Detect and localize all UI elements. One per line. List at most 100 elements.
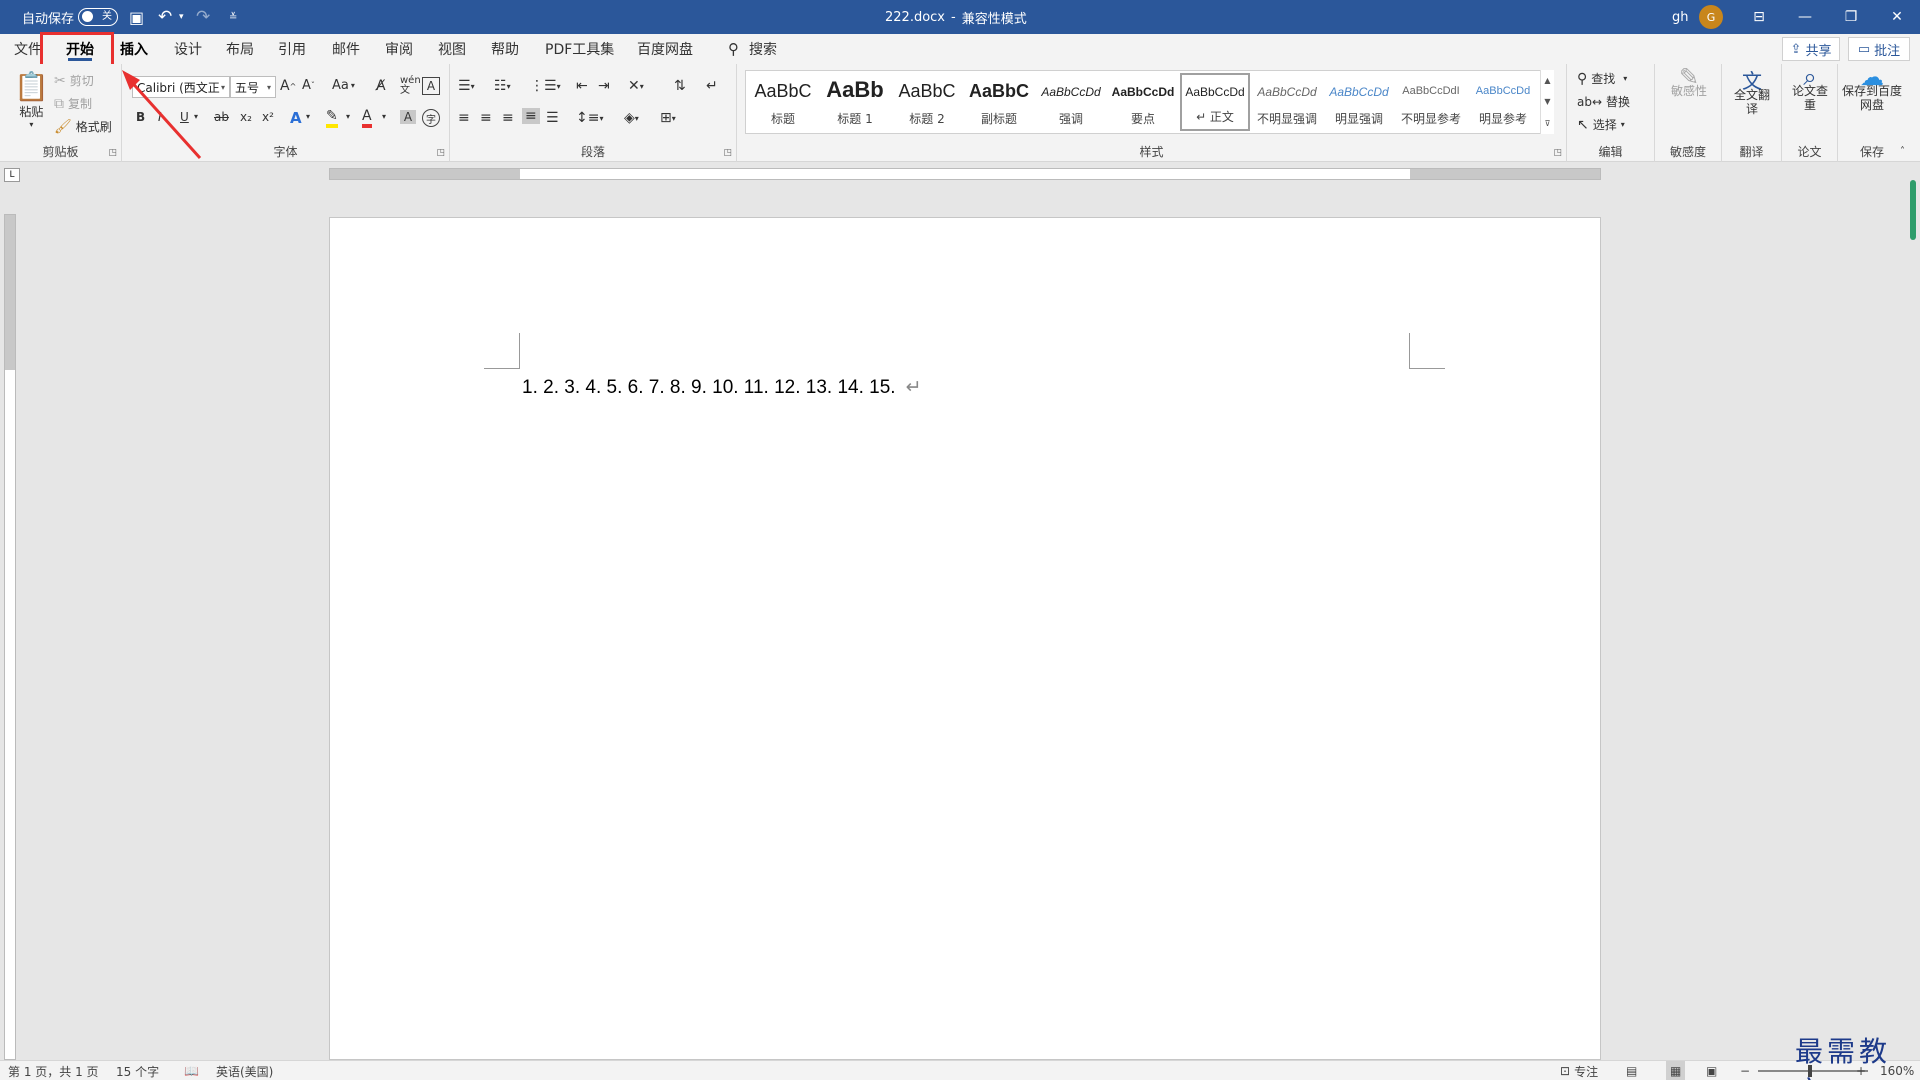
minimize-icon[interactable]: — xyxy=(1782,0,1828,34)
tab-insert[interactable]: 插入 xyxy=(120,34,148,64)
redo-icon[interactable]: ↷ xyxy=(196,0,210,34)
document-page[interactable]: 1. 2. 3. 4. 5. 6. 7. 8. 9. 10. 11. 12. 1… xyxy=(329,217,1601,1060)
style-subtitle[interactable]: AaBbC 副标题 xyxy=(964,73,1034,131)
tab-baidu-netdisk[interactable]: 百度网盘 xyxy=(637,34,693,64)
tab-help[interactable]: 帮助 xyxy=(491,34,519,64)
sensitivity-button[interactable]: ✎ 敏感性 xyxy=(1671,65,1707,98)
gallery-more-icon[interactable]: ⊽ xyxy=(1545,119,1551,128)
subscript-button[interactable]: x₂ xyxy=(240,110,252,124)
ribbon-display-icon[interactable]: ⊟ xyxy=(1736,0,1782,34)
paper-check-button[interactable]: ⌕ 论文查重 xyxy=(1792,65,1828,112)
tab-review[interactable]: 审阅 xyxy=(385,34,413,64)
full-translate-button[interactable]: 文 全文翻译 xyxy=(1734,71,1770,116)
page-count[interactable]: 第 1 页，共 1 页 xyxy=(8,1061,99,1080)
comments-button[interactable]: ▭ 批注 xyxy=(1848,37,1910,61)
style-normal[interactable]: AaBbCcDd ↵ 正文 xyxy=(1180,73,1250,131)
superscript-button[interactable]: x² xyxy=(262,110,274,124)
document-text[interactable]: 1. 2. 3. 4. 5. 6. 7. 8. 9. 10. 11. 12. 1… xyxy=(522,377,896,398)
horizontal-ruler[interactable] xyxy=(329,168,1601,180)
asian-layout-icon[interactable]: ✕ ▾ xyxy=(628,78,644,94)
zoom-out-button[interactable]: − xyxy=(1740,1061,1750,1080)
style-emphasis[interactable]: AaBbCcDd 强调 xyxy=(1036,73,1106,131)
tab-layout[interactable]: 布局 xyxy=(226,34,254,64)
find-button[interactable]: ⚲ 查找 ▾ xyxy=(1577,70,1627,87)
gallery-down-icon[interactable]: ▼ xyxy=(1544,97,1550,106)
document-body[interactable]: 1. 2. 3. 4. 5. 6. 7. 8. 9. 10. 11. 12. 1… xyxy=(522,376,922,399)
sort-icon[interactable]: ⇅ xyxy=(674,78,686,94)
justify-icon[interactable]: ≡ xyxy=(522,108,540,124)
distributed-icon[interactable]: ☰ xyxy=(546,110,559,126)
underline-button[interactable]: U xyxy=(180,110,189,124)
tab-view[interactable]: 视图 xyxy=(438,34,466,64)
highlight-color-icon[interactable]: ✎ xyxy=(326,108,338,128)
read-mode-icon[interactable]: ▤ xyxy=(1626,1061,1637,1080)
close-icon[interactable]: ✕ xyxy=(1874,0,1920,34)
tab-references[interactable]: 引用 xyxy=(278,34,306,64)
word-count[interactable]: 15 个字 xyxy=(116,1061,159,1080)
paste-button[interactable]: 📋 粘贴 ▾ xyxy=(14,70,49,129)
font-size-combo[interactable]: 五号 ▾ xyxy=(230,76,276,98)
align-right-icon[interactable]: ≡ xyxy=(502,110,514,126)
web-layout-icon[interactable]: ▣ xyxy=(1706,1061,1717,1080)
font-launcher-icon[interactable]: ◳ xyxy=(436,148,445,158)
undo-icon[interactable]: ↶ xyxy=(158,0,172,34)
avatar[interactable]: G xyxy=(1699,0,1723,34)
select-button[interactable]: ↖ 选择 ▾ xyxy=(1577,116,1625,133)
collapse-ribbon-icon[interactable]: ˄ xyxy=(1900,146,1905,157)
clear-format-icon[interactable]: A̸ xyxy=(376,78,386,94)
focus-mode-button[interactable]: ⊡ 专注 xyxy=(1560,1061,1598,1080)
replace-button[interactable]: ab↔ 替换 xyxy=(1577,93,1630,110)
font-color-button[interactable]: A xyxy=(362,108,372,128)
align-left-icon[interactable]: ≡ xyxy=(458,110,470,126)
tab-pdf-tools[interactable]: PDF工具集 xyxy=(545,34,614,64)
save-to-netdisk-button[interactable]: ☁ 保存到百度网盘 xyxy=(1842,65,1902,112)
borders-icon[interactable]: ⊞ ▾ xyxy=(660,110,676,126)
phonetic-guide-icon[interactable]: wén 文 xyxy=(400,76,421,96)
grow-font-icon[interactable]: A ^ xyxy=(280,78,296,94)
increase-indent-icon[interactable]: ⇥ xyxy=(598,78,610,94)
print-layout-icon[interactable]: ▦ xyxy=(1666,1061,1686,1080)
cut-button[interactable]: ✂ 剪切 xyxy=(54,72,94,89)
share-button[interactable]: ⇪ 共享 xyxy=(1782,37,1840,61)
decrease-indent-icon[interactable]: ⇤ xyxy=(576,78,588,94)
enclose-char-button[interactable]: 字 xyxy=(422,109,440,127)
tab-file[interactable]: 文件 xyxy=(14,34,42,64)
styles-launcher-icon[interactable]: ◳ xyxy=(1553,148,1562,158)
font-name-combo[interactable]: Calibri (西文正 ▾ xyxy=(132,76,230,98)
gallery-up-icon[interactable]: ▲ xyxy=(1544,76,1550,85)
vertical-scrollbar[interactable] xyxy=(1906,176,1920,1060)
search-box[interactable]: ⚲ 搜索 xyxy=(728,34,777,64)
style-strong[interactable]: AaBbCcDd 要点 xyxy=(1108,73,1178,131)
restore-icon[interactable]: ❐ xyxy=(1828,0,1874,34)
align-center-icon[interactable]: ≡ xyxy=(480,110,492,126)
char-shading-button[interactable]: A xyxy=(400,110,416,124)
format-painter-button[interactable]: 🖌 格式刷 xyxy=(54,118,112,135)
save-icon[interactable]: ▣ xyxy=(129,0,144,34)
highlight-dropdown-icon[interactable]: ▾ xyxy=(346,112,350,121)
font-color-dropdown-icon[interactable]: ▾ xyxy=(382,112,386,121)
numbering-icon[interactable]: ☷ ▾ xyxy=(494,78,511,94)
language-indicator[interactable]: 英语(美国) xyxy=(216,1061,273,1080)
underline-dropdown-icon[interactable]: ▾ xyxy=(194,112,198,121)
undo-dropdown-icon[interactable]: ▾ xyxy=(179,0,184,34)
italic-button[interactable]: I xyxy=(158,110,162,124)
multilevel-list-icon[interactable]: ⋮☰ ▾ xyxy=(530,78,561,94)
style-subtle-emphasis[interactable]: AaBbCcDd 不明显强调 xyxy=(1252,73,1322,131)
text-effects-dropdown-icon[interactable]: ▾ xyxy=(306,112,310,121)
autosave-toggle[interactable]: 关 xyxy=(78,0,118,34)
customize-toolbar-icon[interactable]: ≚ xyxy=(229,0,237,34)
copy-button[interactable]: ⧉ 复制 xyxy=(54,95,92,112)
clipboard-launcher-icon[interactable]: ◳ xyxy=(108,148,117,158)
tab-design[interactable]: 设计 xyxy=(174,34,202,64)
text-effects-button[interactable]: A xyxy=(290,109,302,127)
style-intense-reference[interactable]: AaBbCcDd 明显参考 xyxy=(1468,73,1538,131)
bullets-icon[interactable]: ☰ ▾ xyxy=(458,78,475,94)
vertical-ruler[interactable] xyxy=(4,214,16,1060)
tab-mailings[interactable]: 邮件 xyxy=(332,34,360,64)
style-heading1[interactable]: AaBb 标题 1 xyxy=(820,73,890,131)
paragraph-launcher-icon[interactable]: ◳ xyxy=(723,148,732,158)
strikethrough-button[interactable]: ab xyxy=(214,110,229,124)
styles-gallery-scroll[interactable]: ▲ ▼ ⊽ xyxy=(1540,70,1554,134)
scrollbar-thumb[interactable] xyxy=(1910,180,1916,240)
char-border-icon[interactable]: A xyxy=(422,77,440,95)
